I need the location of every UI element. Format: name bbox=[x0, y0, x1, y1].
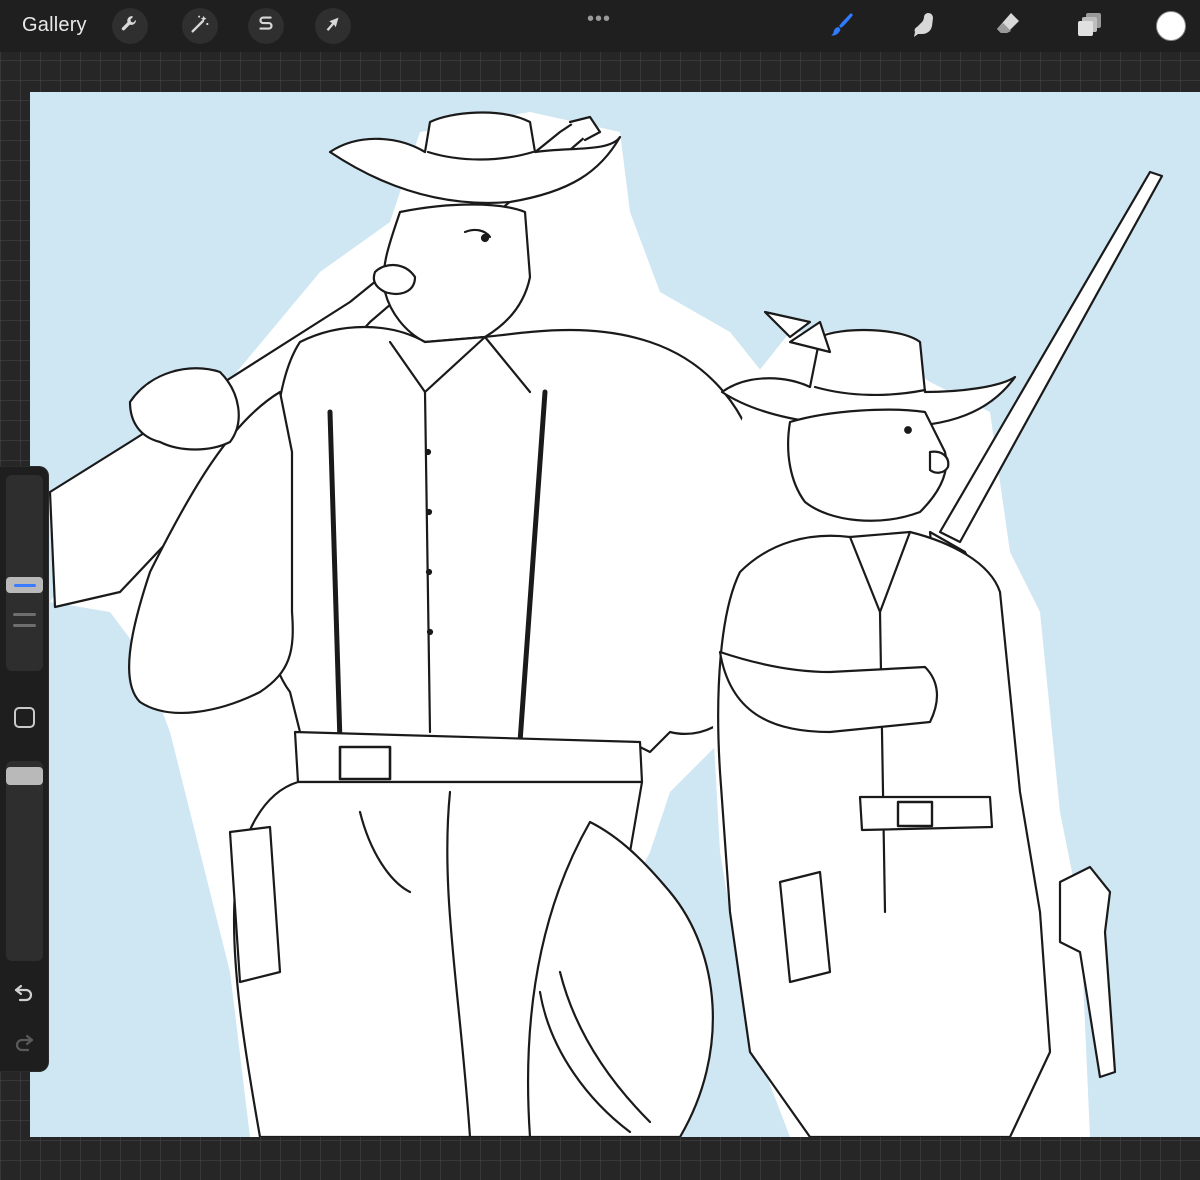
undo-button[interactable] bbox=[11, 981, 37, 1007]
layers-button[interactable] bbox=[1072, 8, 1108, 44]
more-options-button[interactable]: ••• bbox=[587, 8, 611, 31]
wrench-icon bbox=[119, 13, 141, 40]
sketch-artwork bbox=[48, 111, 1164, 1137]
actions-button[interactable] bbox=[112, 8, 148, 44]
drawing-canvas[interactable] bbox=[30, 92, 1200, 1137]
smudge-finger-icon bbox=[910, 10, 938, 43]
redo-button[interactable] bbox=[11, 1031, 37, 1057]
selection-button[interactable] bbox=[248, 8, 284, 44]
redo-arrow-icon bbox=[12, 1030, 36, 1059]
gallery-button[interactable]: Gallery bbox=[22, 14, 87, 37]
color-swatch-button[interactable] bbox=[1156, 11, 1186, 41]
brush-size-slider[interactable] bbox=[6, 475, 43, 671]
brush-opacity-thumb[interactable] bbox=[6, 767, 43, 785]
square-icon[interactable] bbox=[14, 707, 35, 728]
undo-arrow-icon bbox=[12, 980, 36, 1009]
top-toolbar: Gallery ••• bbox=[0, 0, 1200, 52]
arrow-cursor-icon bbox=[322, 13, 344, 40]
selection-s-icon bbox=[255, 13, 277, 40]
brush-tool-button[interactable] bbox=[824, 8, 860, 44]
size-preset-line bbox=[13, 613, 36, 616]
brush-icon bbox=[828, 10, 856, 43]
magic-wand-icon bbox=[189, 13, 211, 40]
layers-icon bbox=[1076, 10, 1104, 43]
eraser-tool-button[interactable] bbox=[990, 8, 1026, 44]
smudge-tool-button[interactable] bbox=[906, 8, 942, 44]
adjustments-button[interactable] bbox=[182, 8, 218, 44]
brush-opacity-slider[interactable] bbox=[6, 761, 43, 961]
size-preset-line bbox=[13, 624, 36, 627]
brush-size-thumb[interactable] bbox=[6, 577, 43, 593]
transform-button[interactable] bbox=[315, 8, 351, 44]
eraser-icon bbox=[994, 10, 1022, 43]
brush-sidebar bbox=[0, 466, 49, 1072]
